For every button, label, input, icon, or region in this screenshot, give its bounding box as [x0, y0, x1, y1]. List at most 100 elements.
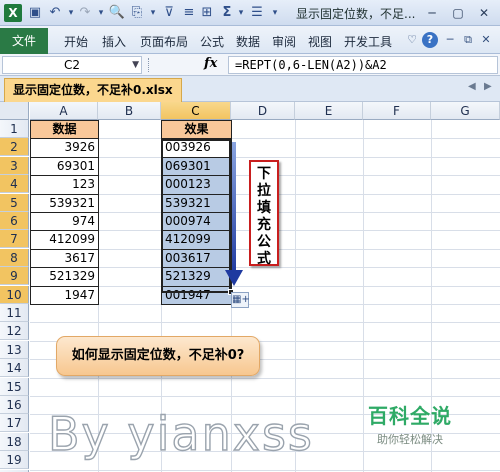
note-char: 式: [257, 251, 271, 267]
tab-scroll-left-icon[interactable]: ◀: [468, 81, 476, 92]
filter-icon[interactable]: ⊽: [160, 4, 178, 22]
collapse-ribbon-icon[interactable]: ♡: [404, 32, 420, 48]
watermark-text: By yianxss: [47, 406, 314, 461]
cell-a-value[interactable]: 3926: [30, 138, 99, 158]
note-char: 公: [257, 234, 271, 250]
ribbon-tabs: 文件 开始 插入 页面布局 公式 数据 审阅 视图 开发工具 ♡ ? ─ ⧉ ✕: [0, 26, 500, 54]
selection-border: [161, 139, 231, 293]
select-all-corner[interactable]: [0, 102, 29, 120]
gridline: [30, 156, 500, 158]
borders-icon[interactable]: ⊞: [198, 4, 216, 22]
align-icon[interactable]: ☰: [248, 4, 266, 22]
row-header[interactable]: 16: [0, 396, 29, 414]
column-header-c[interactable]: C: [161, 102, 231, 120]
name-box[interactable]: C2 ▼: [2, 56, 142, 74]
gridline: [30, 138, 500, 140]
gridline: [363, 120, 364, 472]
splitter[interactable]: [148, 58, 154, 72]
cell-a1[interactable]: 数据: [30, 120, 99, 139]
restore-minimize-icon[interactable]: ─: [442, 32, 458, 48]
row-header[interactable]: 3: [0, 156, 29, 175]
name-box-value: C2: [63, 58, 80, 72]
maximize-icon[interactable]: ▢: [446, 3, 470, 23]
row-header[interactable]: 17: [0, 414, 29, 433]
down-arrow-shaft: [232, 142, 236, 274]
row-header[interactable]: 15: [0, 377, 29, 396]
brand-name: 百科全说: [368, 404, 452, 428]
excel-logo-icon[interactable]: X: [4, 4, 22, 22]
row-header[interactable]: 9: [0, 267, 29, 286]
close-icon[interactable]: ✕: [472, 3, 496, 23]
cell-a-value[interactable]: 123: [30, 175, 99, 195]
filter-label-icon: ≡: [183, 5, 195, 20]
note-char: 拉: [257, 183, 271, 199]
column-header-a[interactable]: A: [30, 102, 98, 120]
tab-home[interactable]: 开始: [64, 33, 88, 50]
help-icon[interactable]: ?: [422, 32, 438, 48]
cell-a-value[interactable]: 521329: [30, 267, 99, 287]
column-header-e[interactable]: E: [295, 102, 363, 120]
name-box-dropdown-icon[interactable]: ▼: [132, 57, 139, 73]
tab-view[interactable]: 视图: [308, 33, 332, 50]
row-header[interactable]: 14: [0, 359, 29, 378]
tab-insert[interactable]: 插入: [102, 33, 126, 50]
cell-a-value[interactable]: 539321: [30, 193, 99, 213]
cell-c1[interactable]: 效果: [161, 120, 232, 139]
cell-a-value[interactable]: 3617: [30, 248, 99, 269]
column-header-g[interactable]: G: [431, 102, 500, 120]
cell-a-value[interactable]: 1947: [30, 285, 99, 305]
row-header[interactable]: 11: [0, 304, 29, 322]
question-callout: 如何显示固定位数，不足补0?: [56, 336, 260, 376]
gridline: [30, 469, 500, 471]
restore-window-icon[interactable]: ⧉: [460, 32, 476, 48]
cell-a-value[interactable]: 412099: [30, 230, 99, 250]
gridline: [30, 377, 500, 379]
workbook-tab-bar: 显示固定位数，不足补0.xlsx ◀ ▶: [0, 76, 500, 102]
formula-bar: C2 ▼ fx =REPT(0,6-LEN(A2))&A2: [0, 54, 500, 76]
brand-slogan: 助你轻松解决: [377, 433, 443, 446]
row-header[interactable]: 4: [0, 175, 29, 194]
row-header[interactable]: 19: [0, 451, 29, 470]
row-header[interactable]: 10: [0, 285, 29, 304]
worksheet-grid[interactable]: A B C D E F G 1 2 3 4 5 6 7 8 9 10 11 12 13 14 15 16 17 1…: [0, 102, 500, 472]
row-header[interactable]: 5: [0, 193, 29, 212]
tab-scroll-right-icon[interactable]: ▶: [484, 81, 492, 92]
window-title: 显示固定位数，不足...: [296, 7, 416, 21]
tab-formulas[interactable]: 公式: [200, 33, 224, 50]
cell-a-value[interactable]: 974: [30, 212, 99, 232]
print-preview-icon[interactable]: 🔍: [108, 4, 126, 22]
auto-fill-options-icon[interactable]: ▦+: [231, 292, 250, 308]
fill-formula-note: 下拉填充公式: [249, 160, 279, 267]
column-header-f[interactable]: F: [363, 102, 431, 120]
row-header[interactable]: 1: [0, 120, 29, 138]
tab-developer[interactable]: 开发工具: [344, 33, 392, 50]
row-header[interactable]: 2: [0, 138, 29, 157]
tab-review[interactable]: 审阅: [272, 33, 296, 50]
gridline: [30, 285, 500, 287]
note-char: 下: [257, 166, 271, 182]
row-header[interactable]: 18: [0, 432, 29, 451]
cell-a-value[interactable]: 69301: [30, 156, 99, 177]
title-bar: X ▣ ↶ ▾ ↷ ▾ 🔍 ⎘ ▾ ⊽ ≡ ⊞ Σ ▾ ☰ ▾ 显示固定位数，不…: [0, 0, 500, 26]
workbook-tab[interactable]: 显示固定位数，不足补0.xlsx: [4, 78, 182, 102]
row-header[interactable]: 13: [0, 340, 29, 359]
gridline: [30, 396, 500, 397]
row-header[interactable]: 7: [0, 230, 29, 249]
tab-file[interactable]: 文件: [0, 28, 48, 54]
minimize-icon[interactable]: ─: [420, 3, 444, 23]
row-header[interactable]: 6: [0, 212, 29, 230]
tab-page-layout[interactable]: 页面布局: [140, 33, 188, 50]
column-header-b[interactable]: B: [98, 102, 161, 120]
gridline: [30, 322, 500, 324]
insert-function-icon[interactable]: fx: [204, 56, 217, 71]
tab-data[interactable]: 数据: [236, 33, 260, 50]
column-header-d[interactable]: D: [231, 102, 295, 120]
formula-input[interactable]: =REPT(0,6-LEN(A2))&A2: [228, 56, 498, 74]
gridline: [30, 304, 500, 305]
close-workbook-icon[interactable]: ✕: [478, 32, 494, 48]
brand-logo: 百科全说 助你轻松解决: [368, 400, 452, 447]
save-icon[interactable]: ▣: [26, 4, 44, 22]
row-header[interactable]: 12: [0, 322, 29, 341]
row-header[interactable]: 8: [0, 248, 29, 267]
customize-dropdown-icon[interactable]: ▾: [266, 4, 284, 22]
